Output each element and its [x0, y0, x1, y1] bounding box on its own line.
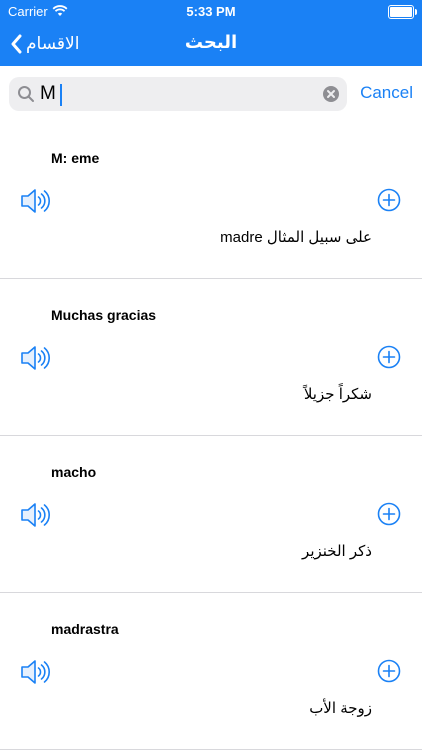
list-item: M: eme على سبيل المثال madre — [0, 122, 422, 279]
plus-circle-icon — [377, 345, 401, 369]
plus-circle-icon — [377, 659, 401, 683]
list-item: madrastra زوجة الأب — [0, 593, 422, 750]
header-bar: Carrier 5:33 PM الاقسام البحث — [0, 0, 422, 66]
search-icon — [18, 86, 34, 102]
word-text: M: eme — [51, 150, 100, 166]
results-list: M: eme على سبيل المثال madre Muchas grac… — [0, 122, 422, 750]
translation-text: شكراً جزيلاً — [303, 386, 372, 403]
search-input-value: M — [40, 83, 56, 104]
battery-icon — [388, 5, 417, 19]
plus-circle-icon — [377, 188, 401, 212]
page-title: البحث — [184, 32, 238, 52]
speaker-icon[interactable] — [19, 343, 51, 378]
add-favorite-button[interactable] — [377, 345, 401, 374]
add-favorite-button[interactable] — [377, 502, 401, 531]
add-favorite-button[interactable] — [377, 659, 401, 688]
add-favorite-button[interactable] — [377, 188, 401, 217]
list-item: Muchas gracias شكراً جزيلاً — [0, 279, 422, 436]
translation-text: زوجة الأب — [309, 700, 372, 717]
word-text: madrastra — [51, 621, 119, 637]
speaker-icon[interactable] — [19, 657, 51, 692]
translation-text: ذكر الخنزير — [302, 543, 372, 560]
text-cursor — [60, 84, 62, 106]
search-row: M Cancel — [0, 66, 422, 122]
speaker-icon[interactable] — [19, 500, 51, 535]
search-input[interactable]: M — [9, 77, 347, 111]
speaker-icon[interactable] — [19, 186, 51, 221]
clear-search-icon[interactable] — [323, 86, 339, 102]
cancel-button[interactable]: Cancel — [360, 83, 413, 103]
plus-circle-icon — [377, 502, 401, 526]
word-text: macho — [51, 464, 97, 480]
clock: 5:33 PM — [186, 4, 236, 19]
list-item: macho ذكر الخنزير — [0, 436, 422, 593]
translation-text: على سبيل المثال madre — [220, 229, 372, 246]
navigation-bar: الاقسام البحث — [0, 22, 422, 66]
word-text: Muchas gracias — [51, 307, 157, 323]
status-bar: Carrier 5:33 PM — [0, 0, 422, 22]
